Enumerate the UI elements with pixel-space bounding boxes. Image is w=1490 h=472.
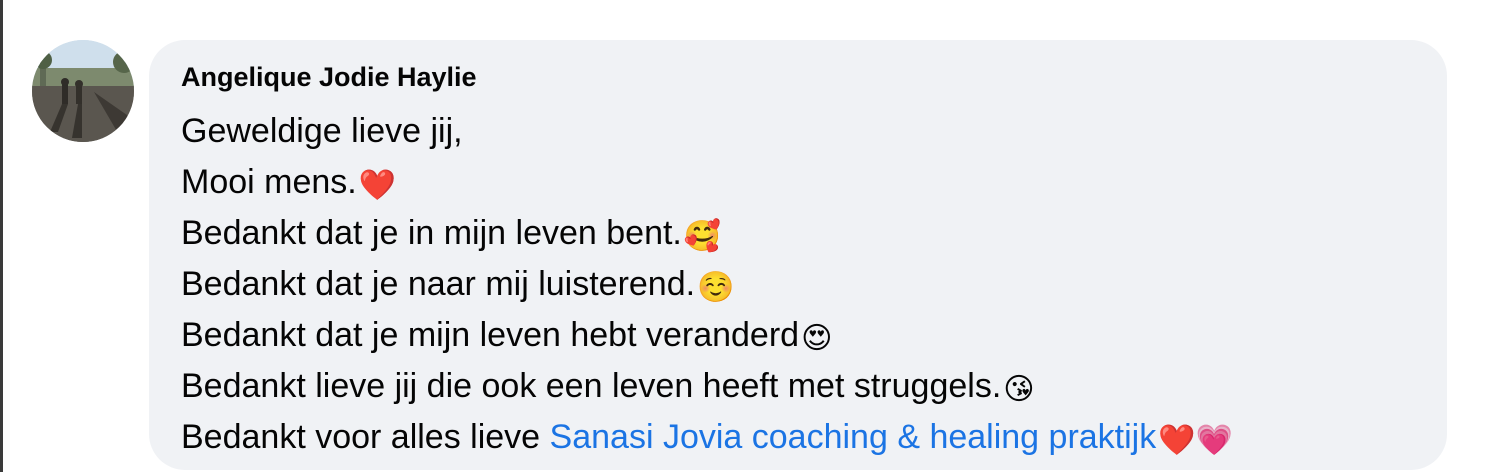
comment-bubble: Angelique Jodie Haylie Geweldige lieve j… <box>149 40 1447 470</box>
comment-line: Bedankt voor alles lieve Sanasi Jovia co… <box>181 412 1233 463</box>
smiling-face-with-hearts-icon: 🥰 <box>683 220 722 253</box>
face-blowing-kiss-icon: 😘 <box>1003 373 1035 406</box>
comment-line: Bedankt dat je in mijn leven bent.🥰 <box>181 208 1233 259</box>
comment-line-text: Bedankt lieve jij die ook een leven heef… <box>181 367 1002 405</box>
comment-author[interactable]: Angelique Jodie Haylie <box>181 62 477 93</box>
comment-line: Bedankt lieve jij die ook een leven heef… <box>181 361 1233 412</box>
avatar[interactable] <box>32 40 134 142</box>
comment-line-text: Bedankt voor alles lieve <box>181 418 550 456</box>
hearts-icon: ❤️💗 <box>1158 424 1233 457</box>
red-heart-icon: ❤️ <box>358 169 397 202</box>
window-edge <box>0 0 3 472</box>
comment-line-text: Bedankt dat je naar mij luisterend. <box>181 265 696 303</box>
comment-line-text: Bedankt dat je in mijn leven bent. <box>181 214 682 252</box>
comment-body: Geweldige lieve jij, Mooi mens.❤️ Bedank… <box>181 106 1233 463</box>
comment-line-text: Mooi mens. <box>181 163 357 201</box>
comment-line: Geweldige lieve jij, <box>181 106 1233 157</box>
comment-line-text: Geweldige lieve jij, <box>181 112 463 150</box>
comment-line-text: Bedankt dat je mijn leven hebt veranderd <box>181 316 800 354</box>
comment-line: Bedankt dat je naar mij luisterend.☺️ <box>181 259 1233 310</box>
page-mention-link[interactable]: Sanasi Jovia coaching & healing praktijk <box>550 418 1157 456</box>
avatar-photo-icon <box>32 40 134 142</box>
comment-line: Bedankt dat je mijn leven hebt veranderd… <box>181 310 1233 361</box>
heart-eyes-icon: 😍 <box>801 322 833 355</box>
smiling-face-icon: ☺️ <box>697 271 735 304</box>
comment-line: Mooi mens.❤️ <box>181 157 1233 208</box>
